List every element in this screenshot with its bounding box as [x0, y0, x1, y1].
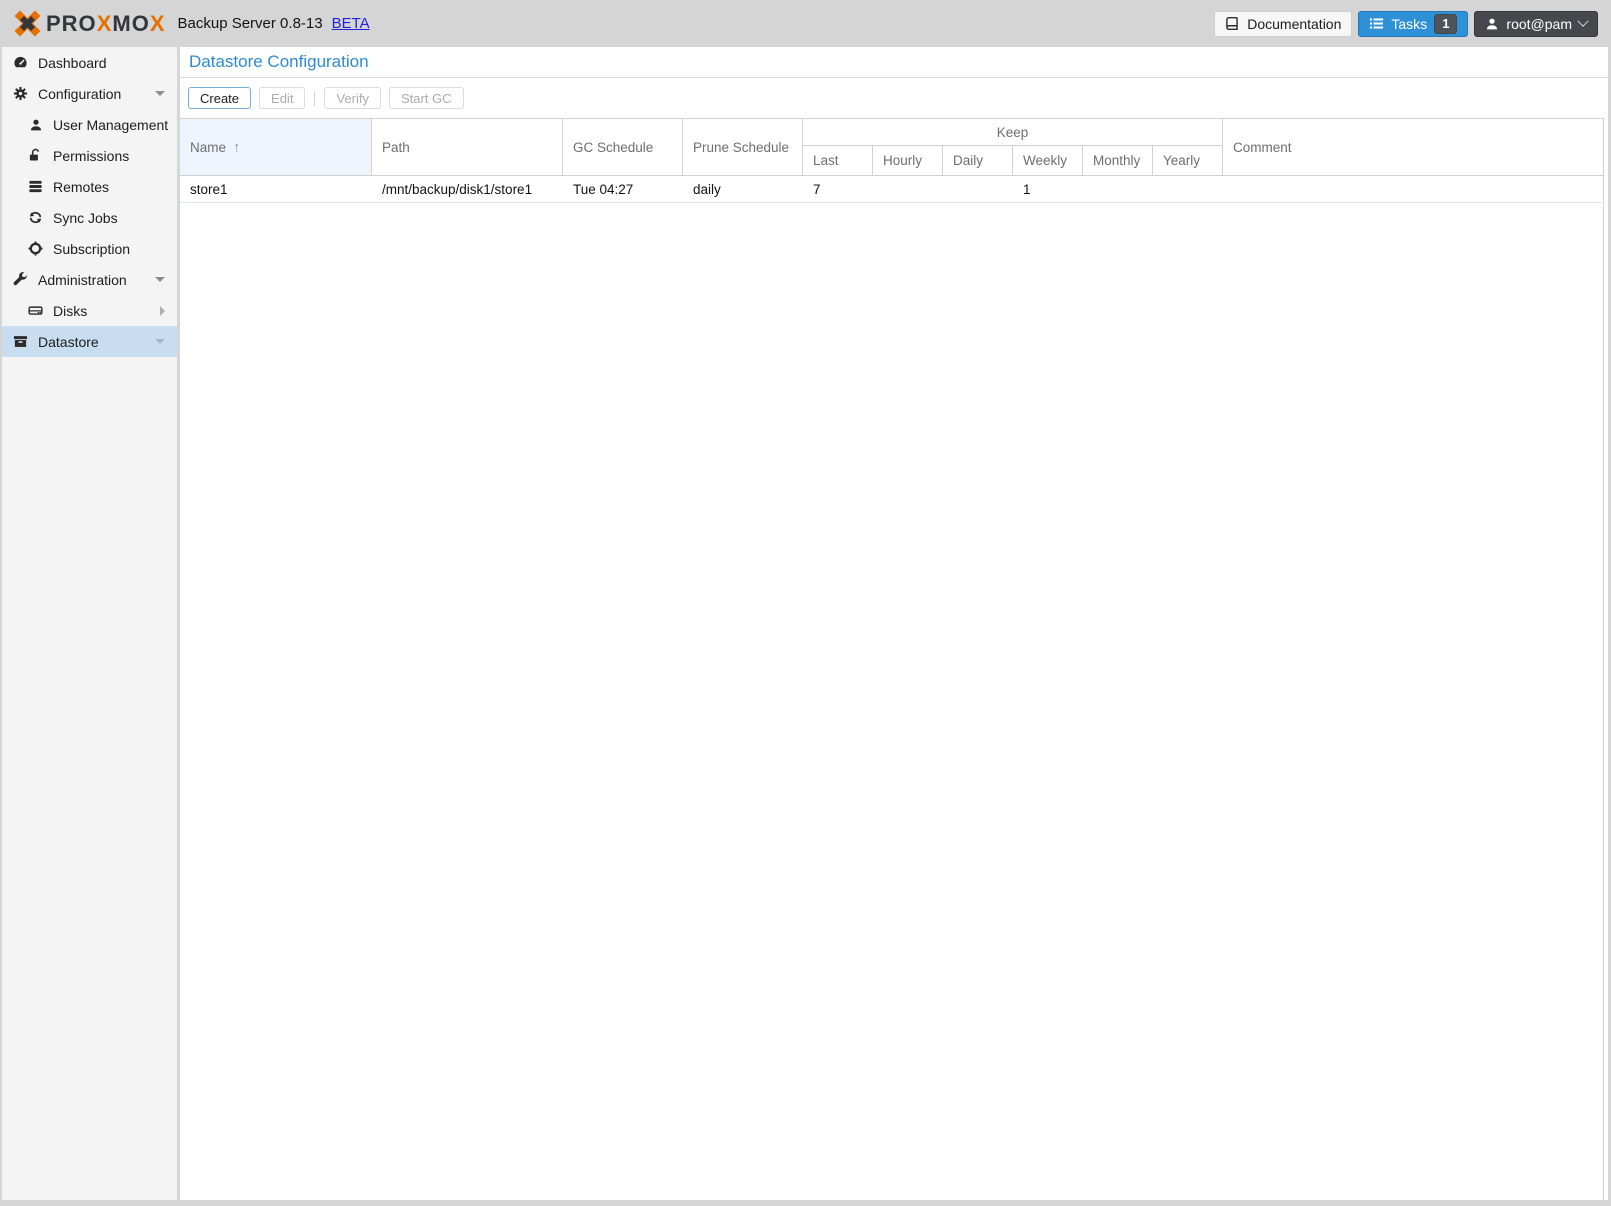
datastore-grid: Name ↑ Path GC Schedule Prune Schedule K… [180, 118, 1604, 1200]
column-group-keep: Keep Last Hourly Daily Weekly Monthly Ye… [803, 119, 1223, 175]
verify-button[interactable]: Verify [324, 87, 381, 109]
wrench-icon [12, 272, 29, 287]
proxmox-logo: PROXMOX [13, 9, 166, 38]
support-icon [27, 241, 44, 256]
user-menu-button[interactable]: root@pam [1474, 11, 1598, 37]
edit-button[interactable]: Edit [259, 87, 305, 109]
sync-icon [27, 210, 44, 225]
unlock-icon [27, 148, 44, 163]
cell-name: store1 [180, 182, 372, 197]
tasks-button[interactable]: Tasks 1 [1358, 11, 1468, 37]
sidebar-item-configuration[interactable]: Configuration [2, 78, 177, 109]
tasks-count-badge: 1 [1434, 14, 1457, 34]
product-title: Backup Server 0.8-13 [178, 15, 323, 32]
column-header-path[interactable]: Path [372, 119, 563, 175]
column-header-keep-hourly[interactable]: Hourly [873, 146, 943, 175]
expand-chevron-icon[interactable] [160, 306, 165, 316]
toolbar-separator [314, 91, 315, 106]
main-panel: Datastore Configuration Create Edit Veri… [180, 47, 1608, 1200]
sidebar-item-label: Dashboard [38, 55, 107, 71]
sidebar-item-sync-jobs[interactable]: Sync Jobs [2, 202, 177, 233]
sidebar-item-label: Subscription [53, 241, 130, 257]
column-header-keep-weekly[interactable]: Weekly [1013, 146, 1083, 175]
sidebar-item-permissions[interactable]: Permissions [2, 140, 177, 171]
start-gc-button[interactable]: Start GC [389, 87, 464, 109]
column-header-keep-monthly[interactable]: Monthly [1083, 146, 1153, 175]
column-header-keep-last[interactable]: Last [803, 146, 873, 175]
proxmox-x-mark-icon [13, 9, 42, 38]
sidebar-item-label: Permissions [53, 148, 129, 164]
cell-keep-weekly: 1 [1013, 182, 1083, 197]
column-header-gc-schedule[interactable]: GC Schedule [563, 119, 683, 175]
sidebar-item-disks[interactable]: Disks [2, 295, 177, 326]
chevron-down-icon [1577, 15, 1588, 26]
gears-icon [12, 86, 29, 101]
table-row[interactable]: store1 /mnt/backup/disk1/store1 Tue 04:2… [180, 176, 1603, 203]
dashboard-icon [12, 55, 29, 70]
sidebar-item-label: Configuration [38, 86, 121, 102]
book-icon [1225, 16, 1240, 31]
sort-asc-icon: ↑ [233, 139, 241, 156]
toolbar: Create Edit Verify Start GC [180, 78, 1608, 118]
panel-title-bar: Datastore Configuration [180, 47, 1608, 78]
top-header-bar: PROXMOX Backup Server 0.8-13 BETA Docume… [0, 0, 1611, 47]
collapse-chevron-icon[interactable] [155, 339, 165, 344]
cell-gc-schedule: Tue 04:27 [563, 182, 683, 197]
sidebar: Dashboard [2, 47, 177, 1200]
sidebar-item-remotes[interactable]: Remotes [2, 171, 177, 202]
server-icon [27, 179, 44, 194]
collapse-chevron-icon[interactable] [155, 91, 165, 96]
sidebar-item-dashboard[interactable]: Dashboard [2, 47, 177, 78]
sidebar-item-subscription[interactable]: Subscription [2, 233, 177, 264]
page-title: Datastore Configuration [189, 52, 369, 72]
user-icon [1485, 17, 1499, 31]
column-header-comment[interactable]: Comment [1223, 119, 1603, 175]
column-header-name[interactable]: Name ↑ [180, 119, 372, 175]
sidebar-item-label: Disks [53, 303, 87, 319]
documentation-button[interactable]: Documentation [1214, 11, 1352, 37]
grid-header: Name ↑ Path GC Schedule Prune Schedule K… [180, 119, 1603, 176]
collapse-chevron-icon[interactable] [155, 277, 165, 282]
cell-path: /mnt/backup/disk1/store1 [372, 182, 563, 197]
create-button[interactable]: Create [188, 87, 251, 109]
sidebar-item-label: Administration [38, 272, 127, 288]
column-group-keep-label: Keep [803, 119, 1222, 146]
beta-link[interactable]: BETA [332, 15, 370, 32]
column-header-prune-schedule[interactable]: Prune Schedule [683, 119, 803, 175]
hdd-icon [27, 303, 44, 318]
column-header-keep-daily[interactable]: Daily [943, 146, 1013, 175]
cell-keep-last: 7 [803, 182, 873, 197]
sidebar-item-user-management[interactable]: User Management [2, 109, 177, 140]
sidebar-item-administration[interactable]: Administration [2, 264, 177, 295]
user-icon [27, 118, 44, 132]
sidebar-item-datastore[interactable]: Datastore [2, 326, 177, 357]
sidebar-item-label: User Management [53, 117, 168, 133]
sidebar-item-label: Sync Jobs [53, 210, 118, 226]
column-header-keep-yearly[interactable]: Yearly [1153, 146, 1222, 175]
cell-prune-schedule: daily [683, 182, 803, 197]
task-list-icon [1369, 16, 1384, 31]
archive-icon [12, 334, 29, 349]
sidebar-item-label: Remotes [53, 179, 109, 195]
proxmox-wordmark: PROXMOX [46, 13, 166, 35]
sidebar-item-label: Datastore [38, 334, 99, 350]
